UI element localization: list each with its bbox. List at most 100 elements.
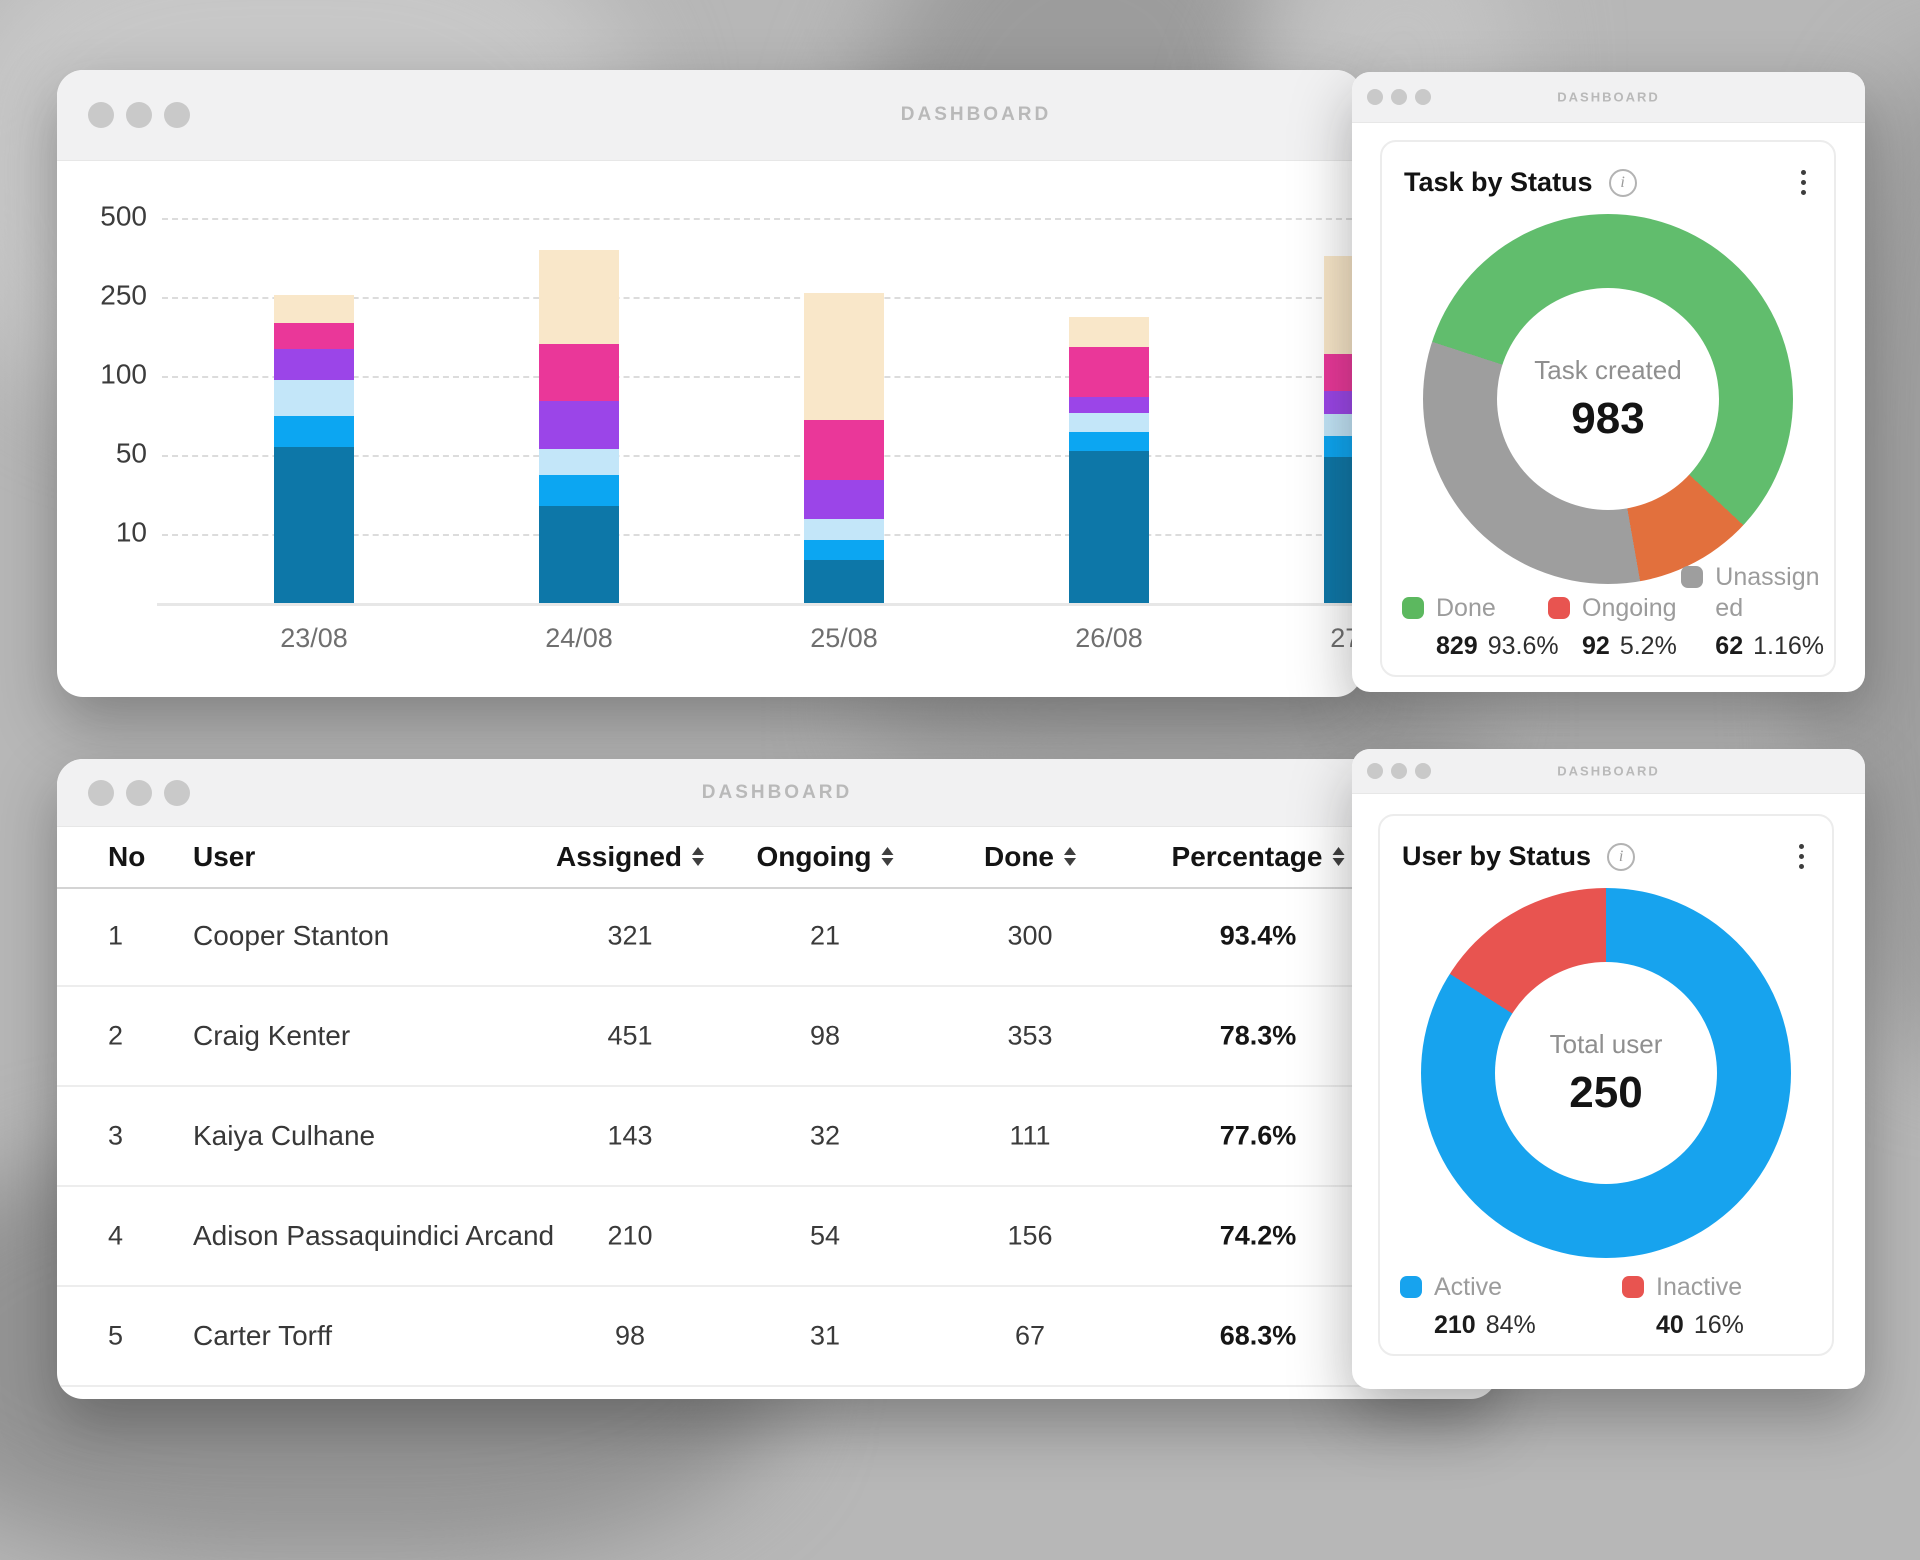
legend-swatch-icon xyxy=(1402,597,1424,619)
cell-user: Cooper Stanton xyxy=(193,920,389,952)
cell-no: 2 xyxy=(108,1021,123,1052)
bar-segment-pink xyxy=(804,420,884,480)
sort-arrows-icon[interactable] xyxy=(692,847,704,866)
user-status-legend: Active21084%Inactive4016% xyxy=(1400,1272,1822,1340)
bar-stack-23-08 xyxy=(274,295,354,603)
bar-segment-blue xyxy=(1069,432,1149,451)
bar-segment-cream xyxy=(539,250,619,344)
card-header: Task by Status i xyxy=(1382,142,1834,199)
kebab-menu-icon[interactable] xyxy=(1795,840,1808,873)
window-controls xyxy=(88,780,190,806)
column-header-percentage[interactable]: Percentage xyxy=(1172,841,1345,873)
window-control-zoom[interactable] xyxy=(1415,89,1431,105)
cell-no: 5 xyxy=(108,1321,123,1352)
window-title: DASHBOARD xyxy=(1557,90,1660,105)
window-title: DASHBOARD xyxy=(1557,764,1660,779)
legend-label: Active xyxy=(1434,1272,1536,1303)
sort-arrows-icon[interactable] xyxy=(1064,847,1076,866)
cell-ongoing: 54 xyxy=(810,1221,840,1252)
legend-item-done[interactable]: Done82993.6% xyxy=(1402,593,1548,661)
window-control-zoom[interactable] xyxy=(164,102,190,128)
legend-count: 210 xyxy=(1434,1311,1476,1339)
bar-segment-navy xyxy=(539,506,619,603)
legend-item-inactive[interactable]: Inactive4016% xyxy=(1622,1272,1744,1340)
task-status-donut-chart: Task created 983 xyxy=(1423,214,1793,584)
bar-segment-light-blue xyxy=(804,519,884,540)
y-tick-label: 250 xyxy=(67,279,147,311)
bar-segment-light-blue xyxy=(274,380,354,416)
column-header-assigned[interactable]: Assigned xyxy=(556,841,704,873)
table-row: 3Kaiya Culhane1433211177.6% xyxy=(57,1087,1497,1187)
titlebar: DASHBOARD xyxy=(1352,72,1865,123)
legend-swatch-icon xyxy=(1548,597,1570,619)
bar-stack-26-08 xyxy=(1069,317,1149,603)
cell-percentage: 78.3% xyxy=(1220,1021,1297,1052)
cell-ongoing: 32 xyxy=(810,1121,840,1152)
table-row: 4Adison Passaquindici Arcand2105415674.2… xyxy=(57,1187,1497,1287)
legend-percent: 84% xyxy=(1486,1311,1536,1339)
column-header-done[interactable]: Done xyxy=(984,841,1076,873)
table-row: 1Cooper Stanton3212130093.4% xyxy=(57,887,1497,987)
legend-values: 82993.6% xyxy=(1436,632,1559,661)
card-header: User by Status i xyxy=(1380,816,1832,873)
window-control-zoom[interactable] xyxy=(1415,763,1431,779)
bar-segment-blue xyxy=(804,540,884,560)
info-icon[interactable]: i xyxy=(1609,169,1637,197)
legend-count: 62 xyxy=(1715,632,1743,660)
info-icon[interactable]: i xyxy=(1607,843,1635,871)
sort-arrows-icon[interactable] xyxy=(882,847,894,866)
cell-percentage: 93.4% xyxy=(1220,921,1297,952)
legend-item-ongoing[interactable]: Ongoing925.2% xyxy=(1548,593,1681,661)
window-control-close[interactable] xyxy=(1367,89,1383,105)
titlebar: DASHBOARD xyxy=(1352,749,1865,794)
cell-done: 67 xyxy=(1015,1321,1045,1352)
legend-swatch-icon xyxy=(1400,1276,1422,1298)
legend-count: 40 xyxy=(1656,1311,1684,1339)
window-control-close[interactable] xyxy=(88,780,114,806)
legend-values: 925.2% xyxy=(1582,632,1677,661)
card-title: Task by Status xyxy=(1404,167,1593,198)
window-control-zoom[interactable] xyxy=(164,780,190,806)
cell-done: 111 xyxy=(1009,1121,1050,1152)
donut-center-label: Task created xyxy=(1534,355,1681,386)
legend-label: Inactive xyxy=(1656,1272,1744,1303)
cell-ongoing: 31 xyxy=(810,1321,840,1352)
x-axis-label: 24/08 xyxy=(509,623,649,654)
legend-values: 621.16% xyxy=(1715,632,1824,661)
column-header-label: No xyxy=(108,841,145,873)
window-title: DASHBOARD xyxy=(702,782,853,804)
legend-swatch-icon xyxy=(1622,1276,1644,1298)
bar-segment-blue xyxy=(274,416,354,447)
task-by-status-card: Task by Status i Task created 983 Done82… xyxy=(1380,140,1836,677)
cell-done: 156 xyxy=(1007,1221,1052,1252)
legend-values: 210 84% xyxy=(1434,1311,1536,1340)
cell-no: 4 xyxy=(108,1221,123,1252)
cell-done: 353 xyxy=(1007,1021,1052,1052)
bar-segment-cream xyxy=(274,295,354,323)
cell-done: 300 xyxy=(1007,921,1052,952)
sort-arrows-icon[interactable] xyxy=(1332,847,1344,866)
cell-ongoing: 21 xyxy=(810,921,840,952)
window-control-minimize[interactable] xyxy=(126,780,152,806)
titlebar: DASHBOARD xyxy=(57,759,1497,827)
bar-segment-purple xyxy=(1069,397,1149,413)
donut-center: Total user 250 xyxy=(1495,962,1717,1184)
column-header-ongoing[interactable]: Ongoing xyxy=(756,841,893,873)
window-control-close[interactable] xyxy=(88,102,114,128)
x-axis-label: 25/08 xyxy=(774,623,914,654)
column-header-user: User xyxy=(193,841,255,873)
y-tick-label: 100 xyxy=(67,358,147,390)
kebab-menu-icon[interactable] xyxy=(1797,166,1810,199)
window-control-minimize[interactable] xyxy=(126,102,152,128)
table-row: 2Craig Kenter4519835378.3% xyxy=(57,987,1497,1087)
cell-assigned: 451 xyxy=(607,1021,652,1052)
gridline xyxy=(162,218,1362,220)
table-header-row: No User Assigned Ongoing Done Percentage xyxy=(57,826,1497,889)
window-control-minimize[interactable] xyxy=(1391,89,1407,105)
legend-item-unassigned[interactable]: Unassigned621.16% xyxy=(1681,562,1824,662)
window-control-minimize[interactable] xyxy=(1391,763,1407,779)
legend-item-active[interactable]: Active 210 84% xyxy=(1400,1272,1622,1340)
cell-user: Adison Passaquindici Arcand xyxy=(193,1220,554,1252)
window-control-close[interactable] xyxy=(1367,763,1383,779)
cell-no: 3 xyxy=(108,1121,123,1152)
